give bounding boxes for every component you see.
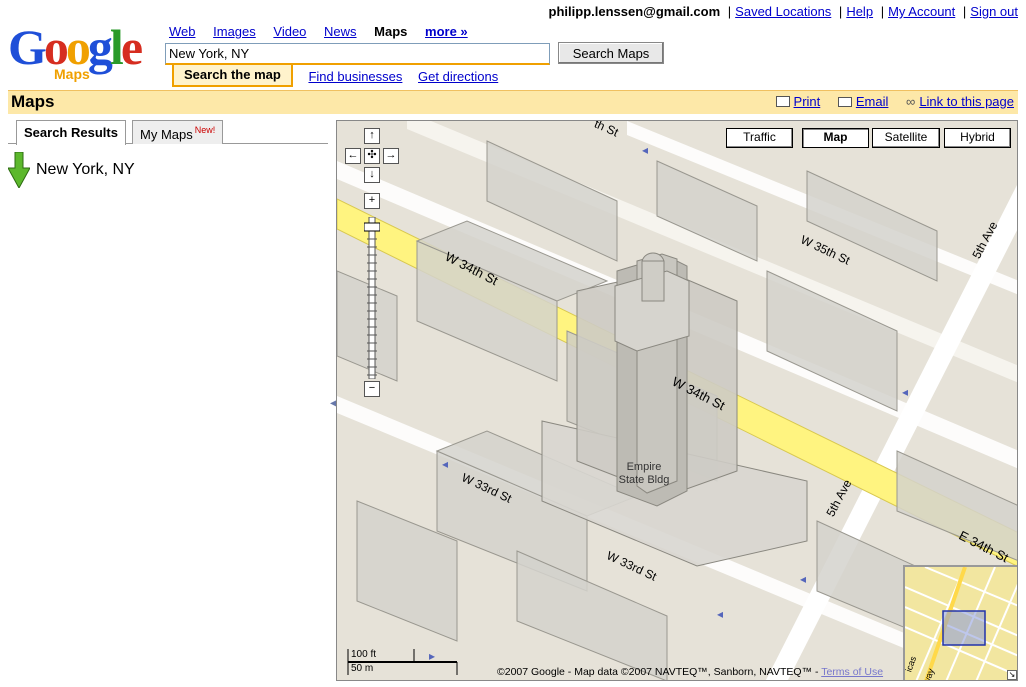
product-nav: Web Images Video News Maps more » — [169, 24, 482, 39]
zoom-slider-thumb — [364, 222, 380, 232]
landmark-line-1: Empire — [626, 461, 662, 473]
svg-text:◂: ◂ — [442, 457, 448, 471]
nav-web[interactable]: Web — [169, 24, 196, 39]
svg-text:◂: ◂ — [800, 572, 806, 586]
google-maps-page: Google Maps philipp.lenssen@gmail.com | S… — [0, 0, 1026, 687]
page-tools: Print Email ∞ Link to this page — [762, 94, 1014, 109]
result-address: New York, NY — [36, 161, 135, 178]
user-email: philipp.lenssen@gmail.com — [548, 4, 721, 19]
envelope-icon — [837, 97, 852, 107]
nav-maps-current: Maps — [374, 24, 408, 39]
my-maps-label: My Maps — [140, 127, 193, 142]
google-maps-logo[interactable]: Google Maps — [8, 22, 158, 82]
sign-out-link[interactable]: Sign out — [970, 4, 1018, 19]
nav-video[interactable]: Video — [273, 24, 306, 39]
saved-locations-link[interactable]: Saved Locations — [735, 4, 831, 19]
nav-more[interactable]: more » — [425, 24, 468, 39]
map-canvas[interactable]: ◂ ◂ ◂ ◂ ◂ ▸ th St W 34th St W 34th St W … — [336, 120, 1018, 681]
overview-map[interactable]: icas dway ↘ — [903, 565, 1017, 680]
svg-text:◂: ◂ — [642, 143, 648, 157]
title-bar: Maps Print Email ∞ Link to this page — [8, 90, 1018, 114]
logo-maps-label: Maps — [54, 66, 90, 82]
pan-right-button[interactable]: → — [383, 148, 399, 164]
satellite-button[interactable]: Satellite — [872, 128, 940, 148]
scale-feet: 100 ft — [351, 649, 377, 660]
printer-icon — [775, 96, 790, 107]
new-badge: New! — [194, 125, 216, 135]
svg-text:◂: ◂ — [717, 607, 723, 621]
terms-of-use-link[interactable]: Terms of Use — [821, 666, 883, 678]
pan-left-button[interactable]: ← — [345, 148, 361, 164]
tab-search-results[interactable]: Search Results — [16, 120, 126, 145]
chain-link-icon: ∞ — [906, 94, 916, 109]
traffic-button[interactable]: Traffic — [726, 128, 793, 148]
nav-images[interactable]: Images — [213, 24, 256, 39]
zoom-out-button[interactable]: − — [364, 381, 380, 397]
left-panel-tabs: Search Results My Maps New! — [8, 120, 328, 145]
green-arrow-marker-icon — [8, 152, 30, 188]
my-account-link[interactable]: My Account — [888, 4, 955, 19]
map-copyright: ©2007 Google - Map data ©2007 NAVTEQ™, S… — [497, 666, 883, 678]
overview-map-tiles: icas dway — [905, 567, 1017, 680]
pan-up-button[interactable]: ↑ — [364, 128, 380, 144]
search-input[interactable] — [165, 43, 550, 65]
map-type-map-button[interactable]: Map — [802, 128, 869, 148]
tab-my-maps[interactable]: My Maps New! — [132, 120, 224, 144]
print-link[interactable]: Print — [794, 94, 821, 109]
overview-resize-icon[interactable]: ↘ — [1007, 670, 1017, 680]
nav-news[interactable]: News — [324, 24, 357, 39]
zoom-slider[interactable] — [364, 217, 380, 379]
search-mode-tabs: Search the map Find businesses Get direc… — [172, 65, 498, 87]
pan-center-button[interactable]: ✣ — [364, 148, 380, 164]
page-title: Maps — [11, 92, 55, 111]
tab-find-businesses[interactable]: Find businesses — [308, 65, 402, 84]
email-tool[interactable]: Email — [837, 94, 892, 109]
link-tool[interactable]: ∞ Link to this page — [906, 94, 1014, 109]
landmark-label: Empire State Bldg — [609, 461, 679, 487]
link-to-page[interactable]: Link to this page — [919, 94, 1014, 109]
search-maps-button[interactable]: Search Maps — [558, 42, 664, 64]
scale-meters: 50 m — [351, 663, 374, 674]
hybrid-button[interactable]: Hybrid — [944, 128, 1011, 148]
help-link[interactable]: Help — [846, 4, 873, 19]
zoom-in-button[interactable]: + — [364, 193, 380, 209]
copyright-text: ©2007 Google - Map data ©2007 NAVTEQ™, S… — [497, 666, 819, 678]
user-bar: philipp.lenssen@gmail.com | Saved Locatio… — [548, 4, 1018, 19]
overview-viewport-box — [942, 610, 986, 646]
landmark-line-2: State Bldg — [618, 474, 670, 486]
print-tool[interactable]: Print — [775, 94, 824, 109]
tab-search-the-map[interactable]: Search the map — [172, 65, 293, 87]
email-link[interactable]: Email — [856, 94, 889, 109]
logo-wordmark: Google — [8, 19, 143, 75]
tab-get-directions[interactable]: Get directions — [418, 65, 498, 84]
svg-text:◂: ◂ — [902, 385, 908, 399]
pan-down-button[interactable]: ↓ — [364, 167, 380, 183]
